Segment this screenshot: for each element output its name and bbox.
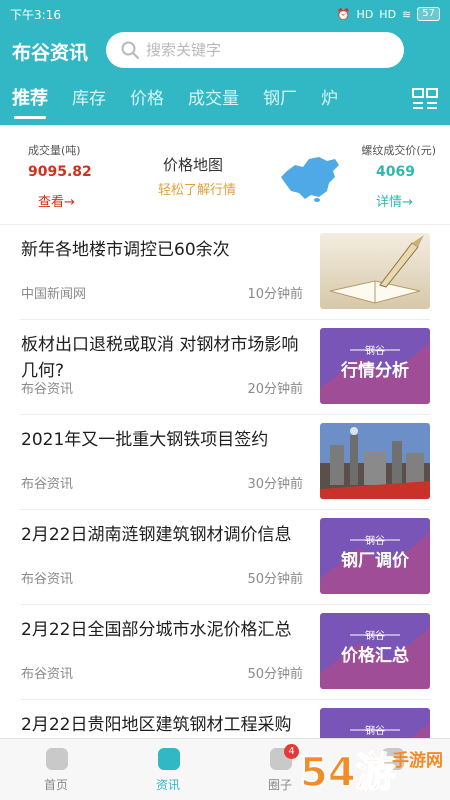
market-summary: 成交量(吨) 9095.82 查看→ 价格地图 轻松了解行情 螺纹成交价(元) …: [0, 125, 450, 225]
news-source: 布谷资讯: [21, 572, 74, 587]
nav-item-1[interactable]: 资讯: [112, 739, 224, 800]
svg-text:手游网: 手游网: [392, 750, 443, 771]
china-map-icon[interactable]: [279, 153, 341, 203]
rebar-price-label: 螺纹成交价(元): [361, 144, 436, 157]
volume-label: 成交量(吨): [28, 144, 81, 157]
tab-1[interactable]: 库存: [60, 80, 118, 125]
news-title[interactable]: 新年各地楼市调控已60余次: [21, 237, 311, 263]
tab-5[interactable]: 炉: [309, 80, 350, 125]
news-thumbnail[interactable]: [320, 233, 430, 309]
news-source: 布谷资讯: [21, 382, 74, 397]
nav-label: 首页: [43, 778, 68, 792]
news-title[interactable]: 2021年又一批重大钢铁项目签约: [21, 427, 311, 453]
tab-3[interactable]: 成交量: [176, 80, 251, 125]
svg-text:钢厂调价: 钢厂调价: [341, 550, 410, 571]
rebar-detail-link[interactable]: 详情→: [376, 191, 413, 210]
tab-0[interactable]: 推荐: [0, 80, 60, 125]
nav-label: 资讯: [155, 778, 180, 792]
volume-view-link[interactable]: 查看→: [38, 191, 75, 210]
search-bar[interactable]: [106, 32, 404, 68]
news-source: 布谷资讯: [21, 667, 74, 682]
tab-2[interactable]: 价格: [118, 80, 176, 125]
svg-text:价格汇总: 价格汇总: [341, 645, 409, 666]
news-title[interactable]: 板材出口退税或取消 对钢材市场影响几何?: [21, 332, 311, 384]
price-map-title[interactable]: 价格地图: [163, 154, 223, 175]
news-thumbnail[interactable]: [320, 423, 430, 499]
news-thumbnail[interactable]: 钢谷 钢厂调价: [320, 518, 430, 594]
status-bar: 下午3:16 ⏰ HD HD ≋ 57: [0, 0, 450, 28]
tab-4[interactable]: 钢厂: [251, 80, 309, 125]
news-time: 50分钟前: [247, 572, 303, 587]
rebar-price-value: 4069: [376, 164, 415, 180]
app-header: 布谷资讯 推荐库存价格成交量钢厂炉: [0, 28, 450, 125]
battery-icon: 57: [417, 7, 440, 21]
news-item[interactable]: 2月22日全国部分城市水泥价格汇总布谷资讯 50分钟前 钢谷价格汇总: [20, 605, 430, 700]
news-item[interactable]: 板材出口退税或取消 对钢材市场影响几何? 布谷资讯 20分钟前 钢谷行情分析: [20, 320, 430, 415]
svg-text:钢谷: 钢谷: [365, 724, 385, 737]
alarm-icon: ⏰: [336, 7, 351, 21]
news-list: 新年各地楼市调控已60余次中国新闻网 10分钟前板材出口退税或取消 对钢材市场影响…: [0, 225, 450, 795]
category-tabs: 推荐 库存 价格 成交量 钢厂炉: [0, 80, 400, 125]
news-title[interactable]: 2月22日贵阳地区建筑钢材工程采购: [21, 712, 311, 738]
status-time: 下午3:16: [10, 7, 61, 22]
status-icons: ⏰ HD HD ≋ 57: [337, 7, 440, 21]
news-source: 中国新闻网: [21, 287, 87, 302]
search-input[interactable]: [146, 41, 386, 59]
svg-text:钢谷: 钢谷: [365, 344, 385, 357]
news-item[interactable]: 2月22日湖南涟钢建筑钢材调价信息布谷资讯 50分钟前 钢谷钢厂调价: [20, 510, 430, 605]
nav-icon: [158, 748, 180, 770]
news-time: 30分钟前: [247, 477, 303, 492]
price-map-subtitle[interactable]: 轻松了解行情: [158, 179, 236, 198]
news-time: 10分钟前: [247, 287, 303, 302]
svg-text:54游: 54游: [300, 750, 396, 796]
svg-text:钢谷: 钢谷: [365, 534, 385, 547]
news-thumbnail[interactable]: 钢谷 行情分析: [320, 328, 430, 404]
svg-text:行情分析: 行情分析: [340, 360, 409, 381]
news-time: 50分钟前: [247, 667, 303, 682]
wifi-icon: ≋: [402, 7, 412, 21]
nav-icon: [46, 748, 68, 770]
news-title[interactable]: 2月22日湖南涟钢建筑钢材调价信息: [21, 522, 311, 548]
news-time: 20分钟前: [247, 382, 303, 397]
nav-item-0[interactable]: 首页: [0, 739, 112, 800]
news-thumbnail[interactable]: 钢谷 价格汇总: [320, 613, 430, 689]
news-item[interactable]: 新年各地楼市调控已60余次中国新闻网 10分钟前: [20, 225, 430, 320]
news-item[interactable]: 2021年又一批重大钢铁项目签约布谷资讯 30分钟前: [20, 415, 430, 510]
watermark-logo: 54游 手游网: [299, 749, 443, 797]
signal-icon-2: HD: [379, 7, 397, 21]
search-icon: [121, 41, 139, 59]
news-source: 布谷资讯: [21, 477, 74, 492]
app-title: 布谷资讯: [12, 42, 89, 64]
svg-text:钢谷: 钢谷: [365, 629, 385, 642]
news-title[interactable]: 2月22日全国部分城市水泥价格汇总: [21, 617, 311, 643]
grid-menu-icon[interactable]: [412, 87, 438, 111]
signal-icon: HD: [356, 7, 374, 21]
volume-value: 9095.82: [28, 164, 92, 180]
